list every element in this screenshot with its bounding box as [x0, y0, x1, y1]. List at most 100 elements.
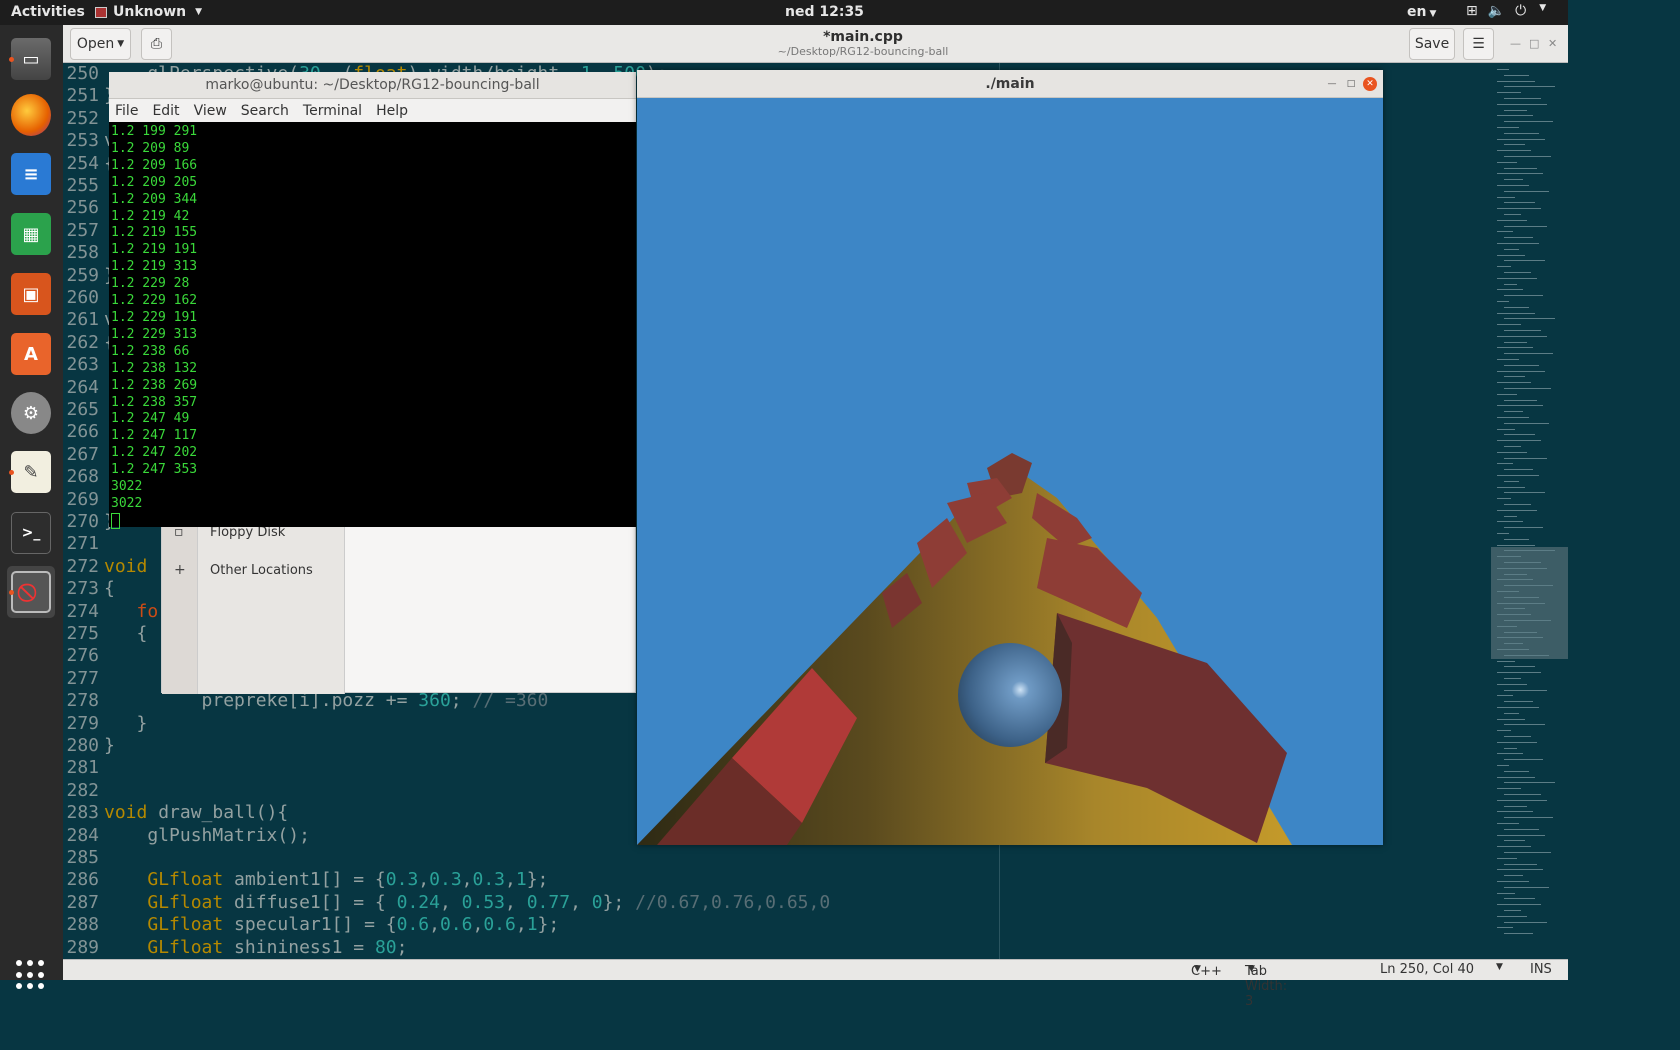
line-number: 250	[66, 63, 99, 84]
gl-window-title[interactable]: ./main	[637, 70, 1383, 98]
save-button[interactable]: Save	[1409, 28, 1455, 60]
minimap-line	[1504, 202, 1535, 204]
minimap-line	[1504, 562, 1541, 563]
dock-impress[interactable]: ▣	[7, 268, 55, 320]
terminal-output-line: 1.2 209 344	[111, 191, 198, 207]
minimap-line	[1504, 886, 1549, 888]
insert-mode[interactable]: INS	[1530, 962, 1552, 977]
line-number: 282	[66, 779, 99, 801]
chevron-down-icon: ▼	[1429, 9, 1437, 19]
terminal-menu-terminal[interactable]: Terminal	[303, 103, 362, 119]
open-button[interactable]: Open ▼	[70, 28, 131, 60]
sidebar-item-other-locations[interactable]: Other Locations	[210, 563, 313, 578]
terminal-window[interactable]: marko@ubuntu: ~/Desktop/RG12-bouncing-ba…	[109, 72, 636, 530]
minimap-line	[1504, 272, 1531, 273]
maximize-button[interactable]: □	[1529, 37, 1539, 50]
dock-files[interactable]: ▭	[7, 33, 55, 85]
minimap[interactable]	[1491, 63, 1568, 959]
minimap-line	[1504, 156, 1551, 157]
line-number: 283	[66, 802, 99, 824]
maximize-button[interactable]: □	[1344, 77, 1358, 91]
minimap-line	[1497, 428, 1515, 430]
activities-button[interactable]: Activities	[11, 4, 85, 20]
terminal-menu-edit[interactable]: Edit	[152, 103, 179, 119]
minimap-line	[1497, 707, 1539, 708]
sidebar-item-floppy[interactable]: Floppy Disk	[210, 525, 285, 540]
minimap-line	[1504, 875, 1523, 877]
minimap-line	[1504, 190, 1549, 192]
code-line[interactable]: 285	[63, 847, 1491, 869]
minimap-line	[1497, 277, 1537, 279]
terminal-output-line: 3022	[111, 479, 143, 495]
dock-software[interactable]: A	[7, 328, 55, 380]
clock[interactable]: ned 12:35	[785, 4, 864, 20]
minimize-button[interactable]: —	[1510, 37, 1521, 50]
terminal-menu-search[interactable]: Search	[241, 103, 289, 119]
system-tray[interactable]: ⊞ 🔈 ⏻ ▼	[1466, 3, 1546, 19]
minimap-line	[1504, 643, 1523, 645]
terminal-titlebar[interactable]: marko@ubuntu: ~/Desktop/RG12-bouncing-ba…	[109, 72, 636, 99]
new-document-button[interactable]: ⎙	[141, 28, 172, 60]
minimap-line	[1497, 788, 1521, 790]
code-line[interactable]: 286 GLfloat ambient1[] = {0.3,0.3,0.3,1}…	[63, 869, 1491, 891]
code-line[interactable]: 287 GLfloat diffuse1[] = { 0.24, 0.53, 0…	[63, 892, 1491, 914]
minimap-line	[1504, 330, 1541, 331]
code-line[interactable]: 289 GLfloat shininess1 = 80;	[63, 937, 1491, 959]
chevron-down-icon: ▼	[1248, 964, 1255, 974]
line-number: 289	[66, 936, 99, 958]
terminal-menu-view[interactable]: View	[194, 103, 227, 119]
minimap-line	[1504, 933, 1533, 935]
dock-calc[interactable]: ▦	[7, 208, 55, 260]
close-button[interactable]: ✕	[1548, 37, 1557, 50]
power-icon: ⏻	[1515, 3, 1527, 19]
minimap-line	[1504, 306, 1529, 308]
dock-gedit[interactable]: ✎	[7, 446, 55, 498]
line-text: GLfloat specular1[] = {0.6,0.6,0.6,1};	[147, 914, 560, 936]
dock-writer[interactable]: ≡	[7, 148, 55, 200]
minimap-line	[1504, 620, 1551, 621]
terminal-output-line: 1.2 229 28	[111, 276, 190, 292]
terminal-output-line: 3022	[111, 495, 143, 511]
close-button[interactable]: ✕	[1363, 77, 1377, 91]
chevron-down-icon[interactable]: ▼	[1496, 962, 1503, 972]
minimap-line	[1497, 556, 1521, 558]
terminal-menu-help[interactable]: Help	[376, 103, 408, 119]
firefox-icon	[11, 94, 51, 136]
minimap-line	[1497, 509, 1537, 511]
minimap-line	[1497, 915, 1527, 917]
minimap-line	[1504, 608, 1525, 610]
code-line[interactable]: 288 GLfloat specular1[] = {0.6,0.6,0.6,1…	[63, 914, 1491, 936]
language-selector[interactable]: en ▼	[1407, 4, 1436, 20]
line-number: 270	[66, 511, 99, 532]
terminal-menu-file[interactable]: File	[115, 103, 138, 119]
file-chooser-dialog: ▫ Floppy Disk + Other Locations	[161, 515, 636, 694]
terminal-output-line: 1.2 229 313	[111, 326, 198, 342]
dock-running-app[interactable]: ⃠	[7, 566, 55, 618]
show-applications-icon[interactable]	[16, 960, 46, 990]
minimap-line	[1497, 811, 1533, 813]
dock-settings[interactable]: ⚙	[7, 387, 55, 439]
line-number: 269	[66, 488, 99, 510]
hamburger-menu-button[interactable]: ☰	[1463, 28, 1494, 60]
terminal-output-line: 1.2 238 269	[111, 377, 198, 393]
minimap-line	[1497, 846, 1531, 848]
terminal-output[interactable]: 1.2 199 291 1.2 209 89 1.2 209 166 1.2 209 …	[111, 124, 197, 530]
line-number: 261	[66, 309, 99, 331]
dock-firefox[interactable]	[7, 89, 55, 141]
line-number: 268	[66, 466, 99, 488]
minimap-line	[1504, 631, 1537, 633]
minimap-line	[1497, 347, 1533, 349]
minimap-line	[1504, 863, 1537, 865]
cursor-position[interactable]: Ln 250, Col 40	[1380, 962, 1474, 977]
dock-terminal[interactable]: >_	[7, 507, 55, 559]
volume-icon: 🔈	[1487, 3, 1506, 19]
app-menu[interactable]: Unknown ▼	[95, 4, 202, 20]
line-number: 278	[66, 690, 99, 712]
minimap-line	[1504, 898, 1535, 900]
line-number: 260	[66, 287, 99, 308]
minimize-button[interactable]: —	[1325, 77, 1339, 91]
minimap-line	[1497, 614, 1531, 616]
minimap-line	[1497, 103, 1547, 105]
minimap-line	[1497, 869, 1543, 871]
opengl-window[interactable]: ./main — □ ✕	[637, 70, 1383, 845]
